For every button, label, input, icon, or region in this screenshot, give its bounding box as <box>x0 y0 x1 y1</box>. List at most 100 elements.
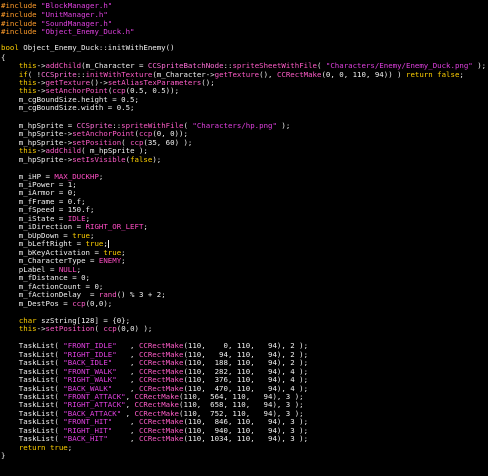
code-token: "BACK_IDLE" <box>63 358 113 367</box>
code-token: (0,0) ); <box>116 324 153 333</box>
code-line[interactable]: this->setAnchorPoint(ccp(0.5, 0.5)); <box>1 86 179 95</box>
code-line[interactable]: m_fDistance = 0; <box>1 273 90 282</box>
code-line[interactable]: TaskList( "RIGHT_ATTACK", CCRectMake(110… <box>1 400 304 409</box>
code-line[interactable]: m_fSpeed = 150.f; <box>1 205 95 214</box>
code-token: -> <box>36 61 46 70</box>
code-token: (35, 60) ); <box>143 138 193 147</box>
code-token: TaskList( <box>1 340 64 350</box>
code-line[interactable]: TaskList( "FRONT_HIT" , CCRectMake(110, … <box>1 417 308 426</box>
code-line[interactable]: #include "UnitManager.h" <box>1 10 108 19</box>
code-token: "RIGHT_ATTACK" <box>63 400 126 409</box>
code-token: (110, 188, 110, 94), 2 ); <box>183 358 309 367</box>
code-token: this <box>18 86 37 95</box>
code-line[interactable]: m_iDirection = RIGHT_OR_LEFT; <box>1 222 148 231</box>
code-token: (m_Character = <box>81 61 148 70</box>
code-line[interactable]: m_fActionDelay = rand() % 3 + 2; <box>1 290 166 299</box>
code-line[interactable]: TaskList( "BACK_HIT" , CCRectMake(110, 1… <box>1 434 308 443</box>
code-token: , <box>107 434 139 443</box>
code-token: addChild <box>45 146 82 155</box>
code-line[interactable]: m_hpSprite->setIsVisible(false); <box>1 155 161 164</box>
code-token: ccp <box>103 324 117 333</box>
code-token: m_cgBoundSize.width = 0.5; <box>1 103 135 112</box>
code-token: ; <box>67 443 73 452</box>
code-token: spriteSheetWithFile <box>232 61 317 70</box>
code-editor[interactable]: #include "BlockManager.h" #include "UnitM… <box>0 0 488 476</box>
code-token: TaskList( <box>1 417 64 426</box>
code-token: ENEMY <box>98 256 122 265</box>
code-token: "Characters/hp.png" <box>192 121 277 130</box>
code-token: setPosition <box>45 324 95 333</box>
code-token: (110, 376, 110, 94), 4 ); <box>183 375 309 384</box>
code-token: -> <box>36 86 46 95</box>
code-token: , <box>116 340 139 350</box>
code-token: CCRectMake <box>138 417 184 426</box>
code-token: (110, 846, 110, 94), 3 ); <box>183 417 309 426</box>
code-token: m_CharacterType = <box>1 256 99 265</box>
code-token: ( m_hpSprite ); <box>81 146 148 155</box>
code-token: , <box>125 400 135 409</box>
code-token: Object_Enemy_Duck::initWithEnemy() <box>23 43 175 52</box>
code-line[interactable]: m_iArmor = 0; <box>1 188 77 197</box>
code-token: m_fSpeed = 150.f; <box>1 205 95 214</box>
code-token: m_bLeftRight = <box>1 239 86 248</box>
code-token: "UnitManager.h" <box>41 10 108 19</box>
code-token: rand <box>98 290 117 299</box>
code-token: (0, 0)); <box>152 129 188 138</box>
code-token: CCRectMake <box>138 358 184 367</box>
code-token: TaskList( <box>1 400 64 409</box>
code-line[interactable]: this->addChild( m_hpSprite ); <box>1 146 148 155</box>
code-token: m_hpSprite-> <box>1 155 73 164</box>
code-line[interactable]: TaskList( "RIGHT_WALK" , CCRectMake(110,… <box>1 375 308 384</box>
code-token: TaskList( <box>1 358 64 367</box>
code-token: this <box>18 324 37 333</box>
code-token: m_fActionDelay = <box>1 290 99 299</box>
code-token: ); <box>276 121 291 130</box>
code-token: getTexture <box>214 70 260 79</box>
code-line[interactable]: TaskList( "BACK_IDLE" , CCRectMake(110, … <box>1 358 308 367</box>
code-line[interactable]: bool Object_Enemy_Duck::initWithEnemy() <box>1 43 175 52</box>
code-token: , <box>112 358 139 367</box>
code-token: m_DestPos = <box>1 299 73 308</box>
code-token: return false <box>406 70 460 79</box>
code-token: CCRectMake <box>134 400 180 409</box>
code-token: m_iDirection = <box>1 222 86 231</box>
code-token: ccp <box>112 86 126 95</box>
code-token: (110, 1034, 110, 94), 3 ); <box>183 434 309 443</box>
code-token: "BACK_HIT" <box>63 434 108 443</box>
code-line[interactable]: m_bLeftRight = true; <box>1 239 109 248</box>
code-line[interactable]: this->setPosition( ccp(0,0) ); <box>1 324 153 333</box>
code-token: setIsVisible <box>72 155 126 164</box>
code-line[interactable]: return true; <box>1 443 72 452</box>
code-token: setAnchorPoint <box>72 129 135 138</box>
code-token: CCRectMake <box>276 70 322 79</box>
code-token: TaskList( <box>1 375 64 384</box>
code-token: #include <box>1 1 42 10</box>
code-line[interactable]: #include "Object_Enemy_Duck.h" <box>1 27 135 36</box>
code-line[interactable]: #include "BlockManager.h" <box>1 1 112 10</box>
code-line[interactable]: m_cgBoundSize.width = 0.5; <box>1 103 135 112</box>
code-token: #include <box>1 27 42 36</box>
code-token: addChild <box>45 61 82 70</box>
code-token: CCRectMake <box>138 375 184 384</box>
code-token: (0, 0, 110, 94)) ) <box>321 70 406 79</box>
code-token: "Object_Enemy_Duck.h" <box>41 27 135 36</box>
code-token: this <box>18 61 37 70</box>
code-token: (110, 658, 110, 94), 3 ); <box>179 400 304 409</box>
code-token: this <box>18 146 37 155</box>
code-token: m_iArmor = 0; <box>1 188 77 197</box>
code-token: "Characters/Enemy/Enemy_Duck.png" <box>325 61 473 70</box>
code-token: ccp <box>72 299 86 308</box>
code-line[interactable]: m_CharacterType = ENEMY; <box>1 256 126 265</box>
code-line[interactable]: m_DestPos = ccp(0,0); <box>1 299 112 308</box>
code-line[interactable]: } <box>1 451 5 460</box>
code-token: (110, 0, 110, 94), 2 ); <box>183 340 309 350</box>
code-token: ccp <box>138 129 153 138</box>
code-token: bool <box>1 43 24 52</box>
code-line[interactable]: this->addChild(m_Character = CCSpriteBat… <box>1 61 486 70</box>
code-line[interactable]: TaskList( "FRONT_IDLE" , CCRectMake(110,… <box>1 341 308 350</box>
code-token: () % 3 + 2; <box>116 290 166 299</box>
code-line[interactable]: m_hpSprite->setAnchorPoint(ccp(0, 0)); <box>1 129 188 138</box>
